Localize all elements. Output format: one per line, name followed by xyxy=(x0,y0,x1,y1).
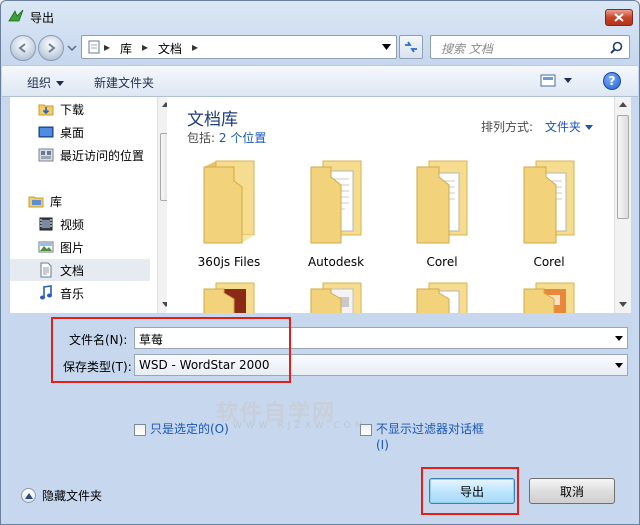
refresh-button[interactable] xyxy=(399,35,423,59)
folder-icon xyxy=(310,160,362,244)
close-icon xyxy=(614,13,624,22)
music-icon xyxy=(40,285,52,300)
nav-item-desktop[interactable]: 桌面 xyxy=(10,121,150,143)
forward-arrow-icon xyxy=(48,43,56,53)
folder-item[interactable]: Corel xyxy=(397,157,487,269)
new-folder-button[interactable]: 新建文件夹 xyxy=(94,74,154,91)
help-button[interactable]: ? xyxy=(603,72,621,90)
folder-icon xyxy=(416,282,468,313)
window-title: 导出 xyxy=(30,11,55,25)
breadcrumb-separator: ▸ xyxy=(142,40,149,54)
folder-icon xyxy=(310,282,362,313)
highlight-box-export xyxy=(421,467,519,515)
file-list-scrollbar-thumb[interactable] xyxy=(617,115,629,219)
library-includes: 包括: 2 个位置 xyxy=(187,129,266,146)
folder-label: 360js Files xyxy=(197,255,261,269)
includes-prefix: 包括: xyxy=(187,131,216,145)
app-icon xyxy=(8,9,24,22)
breadcrumb-library[interactable]: 库 xyxy=(120,40,132,57)
nav-item-recent-places[interactable]: 最近访问的位置 xyxy=(10,144,150,166)
search-box[interactable]: 搜索 文档 xyxy=(430,35,630,59)
nav-item-downloads[interactable]: 下载 xyxy=(10,98,150,120)
folder-label: Autodesk xyxy=(307,255,365,269)
export-dialog: 导出 ▸ 库 ▸ 文档 ▸ 搜索 文档 组织 新建文件夹 ? 下载 桌面 最近访… xyxy=(0,0,640,525)
arrange-by-dropdown[interactable]: 文件夹 xyxy=(545,120,581,134)
cancel-button[interactable]: 取消 xyxy=(529,478,615,504)
view-options-button[interactable] xyxy=(540,73,572,87)
search-input[interactable]: 搜索 文档 xyxy=(441,40,493,57)
scroll-up-icon[interactable] xyxy=(619,102,627,107)
breadcrumb-separator: ▸ xyxy=(192,40,199,54)
scroll-down-icon[interactable] xyxy=(619,302,627,307)
file-list-scrollbar[interactable] xyxy=(614,97,631,313)
command-toolbar: 组织 新建文件夹 ? xyxy=(2,65,638,97)
nav-item-pictures[interactable]: 图片 xyxy=(10,236,150,258)
forward-button[interactable] xyxy=(38,35,64,61)
nav-item-documents[interactable]: 文档 xyxy=(10,259,150,281)
download-folder-icon xyxy=(38,104,54,116)
documents-icon xyxy=(40,262,52,278)
no-filter-dialog-label-shortcut[interactable]: (I) xyxy=(376,437,389,453)
watermark-url: WWW.RJZXW.COM xyxy=(233,421,367,431)
refresh-icon xyxy=(405,41,417,53)
folder-icon xyxy=(203,160,255,244)
chevron-up-icon xyxy=(21,488,36,503)
folder-icon xyxy=(523,160,575,244)
highlight-box-fields xyxy=(51,317,291,383)
libraries-icon xyxy=(28,196,44,208)
chevron-down-icon[interactable] xyxy=(615,336,623,341)
chevron-down-icon[interactable] xyxy=(584,125,593,130)
view-icon xyxy=(540,74,556,87)
folder-item[interactable]: Corel xyxy=(504,157,594,269)
folder-item[interactable] xyxy=(184,279,274,313)
no-filter-dialog-label[interactable]: 不显示过滤器对话框 xyxy=(376,421,484,437)
folder-item[interactable] xyxy=(291,279,381,313)
folder-icon xyxy=(203,282,255,313)
hide-folders-toggle[interactable]: 隐藏文件夹 xyxy=(21,487,102,504)
nav-item-videos[interactable]: 视频 xyxy=(10,213,150,235)
selected-only-label[interactable]: 只是选定的(O) xyxy=(150,421,229,437)
folder-label: Corel xyxy=(533,255,565,269)
includes-locations-link[interactable]: 2 个位置 xyxy=(219,131,266,145)
search-icon[interactable] xyxy=(610,41,623,54)
folder-icon xyxy=(523,282,575,313)
address-bar[interactable]: ▸ 库 ▸ 文档 ▸ xyxy=(81,35,397,59)
chevron-down-icon xyxy=(56,81,65,86)
hide-folders-label: 隐藏文件夹 xyxy=(42,489,103,503)
organize-label: 组织 xyxy=(27,76,52,90)
chevron-down-icon[interactable] xyxy=(615,363,623,368)
recent-places-icon xyxy=(38,148,54,162)
arrange-label: 排列方式: xyxy=(481,120,534,134)
breadcrumb-separator: ▸ xyxy=(104,40,111,54)
folder-item[interactable]: Autodesk xyxy=(291,157,381,269)
folder-item[interactable] xyxy=(397,279,487,313)
nav-item-libraries[interactable]: 库 xyxy=(10,190,150,212)
back-arrow-icon xyxy=(18,43,26,53)
folder-icon xyxy=(416,160,468,244)
breadcrumb-documents[interactable]: 文档 xyxy=(158,40,182,57)
library-title: 文档库 xyxy=(187,110,238,130)
organize-button[interactable]: 组织 xyxy=(27,74,65,91)
back-button[interactable] xyxy=(10,35,36,61)
folder-item[interactable] xyxy=(504,279,594,313)
arrange-by: 排列方式: 文件夹 xyxy=(481,118,593,135)
nav-item-music[interactable]: 音乐 xyxy=(10,282,150,304)
videos-icon xyxy=(39,217,53,231)
folder-label: Corel xyxy=(426,255,458,269)
recent-pages-chevron-down-icon[interactable] xyxy=(67,43,77,53)
address-chevron-down-icon[interactable] xyxy=(382,44,391,50)
file-list-pane: 文档库 包括: 2 个位置 排列方式: 文件夹 360js Files Auto… xyxy=(167,97,631,313)
navigation-pane: 下载 桌面 最近访问的位置 库 视频 图片 文档 音乐 xyxy=(10,97,174,313)
selected-only-checkbox[interactable] xyxy=(134,424,146,436)
pictures-icon xyxy=(38,241,54,253)
title-bar: 导出 xyxy=(1,1,639,31)
chevron-down-icon xyxy=(564,78,572,83)
folder-location-icon xyxy=(88,40,100,54)
folder-item[interactable]: 360js Files xyxy=(184,157,274,269)
close-button[interactable] xyxy=(605,9,633,26)
no-filter-dialog-checkbox[interactable] xyxy=(360,424,372,436)
desktop-icon xyxy=(38,126,54,138)
